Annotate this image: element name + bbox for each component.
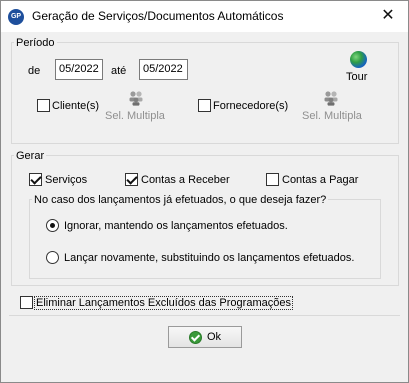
- ate-date-field[interactable]: 05/2022: [139, 59, 188, 80]
- ok-label: Ok: [207, 331, 222, 343]
- tour-label: Tour: [346, 71, 368, 83]
- app-logo-icon: GP: [8, 9, 24, 25]
- lancar-novamente-label[interactable]: Lançar novamente, substituindo os lançam…: [64, 251, 354, 265]
- contas-receber-checkbox[interactable]: [125, 173, 138, 186]
- servicos-label[interactable]: Serviços: [45, 173, 87, 187]
- gerar-group: Gerar Serviços Contas a Receber Contas a…: [11, 149, 399, 286]
- dialog-body: Período de 05/2022 até 05/2022 Tour Clie…: [9, 32, 400, 376]
- checkmark-icon: [189, 331, 202, 344]
- periodo-legend: Período: [14, 36, 57, 50]
- ignorar-radio[interactable]: [46, 219, 59, 232]
- clientes-checkbox[interactable]: [37, 99, 50, 112]
- contas-receber-label[interactable]: Contas a Receber: [141, 173, 230, 187]
- de-date-field[interactable]: 05/2022: [55, 59, 103, 80]
- eliminar-checkbox[interactable]: [20, 296, 33, 309]
- lancamentos-option-group: No caso dos lançamentos já efetuados, o …: [29, 193, 381, 279]
- multi-select-icon[interactable]: [323, 90, 339, 106]
- dialog-window: GP Geração de Serviços/Documentos Automá…: [0, 0, 409, 383]
- ignorar-label[interactable]: Ignorar, mantendo os lançamentos efetuad…: [64, 219, 288, 233]
- fornecedores-multi-label: Sel. Multipla: [302, 110, 362, 122]
- clientes-label[interactable]: Cliente(s): [52, 99, 99, 113]
- title-bar[interactable]: GP Geração de Serviços/Documentos Automá…: [1, 1, 408, 32]
- ok-button[interactable]: Ok: [168, 326, 242, 348]
- eliminar-label[interactable]: Eliminar Lançamentos Excluídos das Progr…: [34, 296, 293, 310]
- separator: [9, 315, 400, 316]
- contas-pagar-checkbox[interactable]: [266, 173, 279, 186]
- gerar-legend: Gerar: [14, 149, 47, 163]
- tour-button[interactable]: Tour: [342, 51, 374, 85]
- close-button[interactable]: ✕: [368, 1, 408, 32]
- fornecedores-label[interactable]: Fornecedore(s): [213, 99, 288, 113]
- clientes-multi-label: Sel. Multipla: [105, 110, 165, 122]
- globe-icon: [350, 51, 367, 68]
- de-label: de: [28, 65, 41, 77]
- window-title: Geração de Serviços/Documentos Automátic…: [32, 9, 284, 23]
- periodo-group: Período de 05/2022 até 05/2022 Tour Clie…: [11, 36, 399, 144]
- lancar-novamente-radio[interactable]: [46, 251, 59, 264]
- contas-pagar-label[interactable]: Contas a Pagar: [282, 173, 358, 187]
- fornecedores-checkbox[interactable]: [198, 99, 211, 112]
- ate-label: até: [111, 65, 127, 77]
- lancamentos-question: No caso dos lançamentos já efetuados, o …: [32, 193, 329, 207]
- multi-select-icon[interactable]: [128, 90, 144, 106]
- servicos-checkbox[interactable]: [29, 173, 42, 186]
